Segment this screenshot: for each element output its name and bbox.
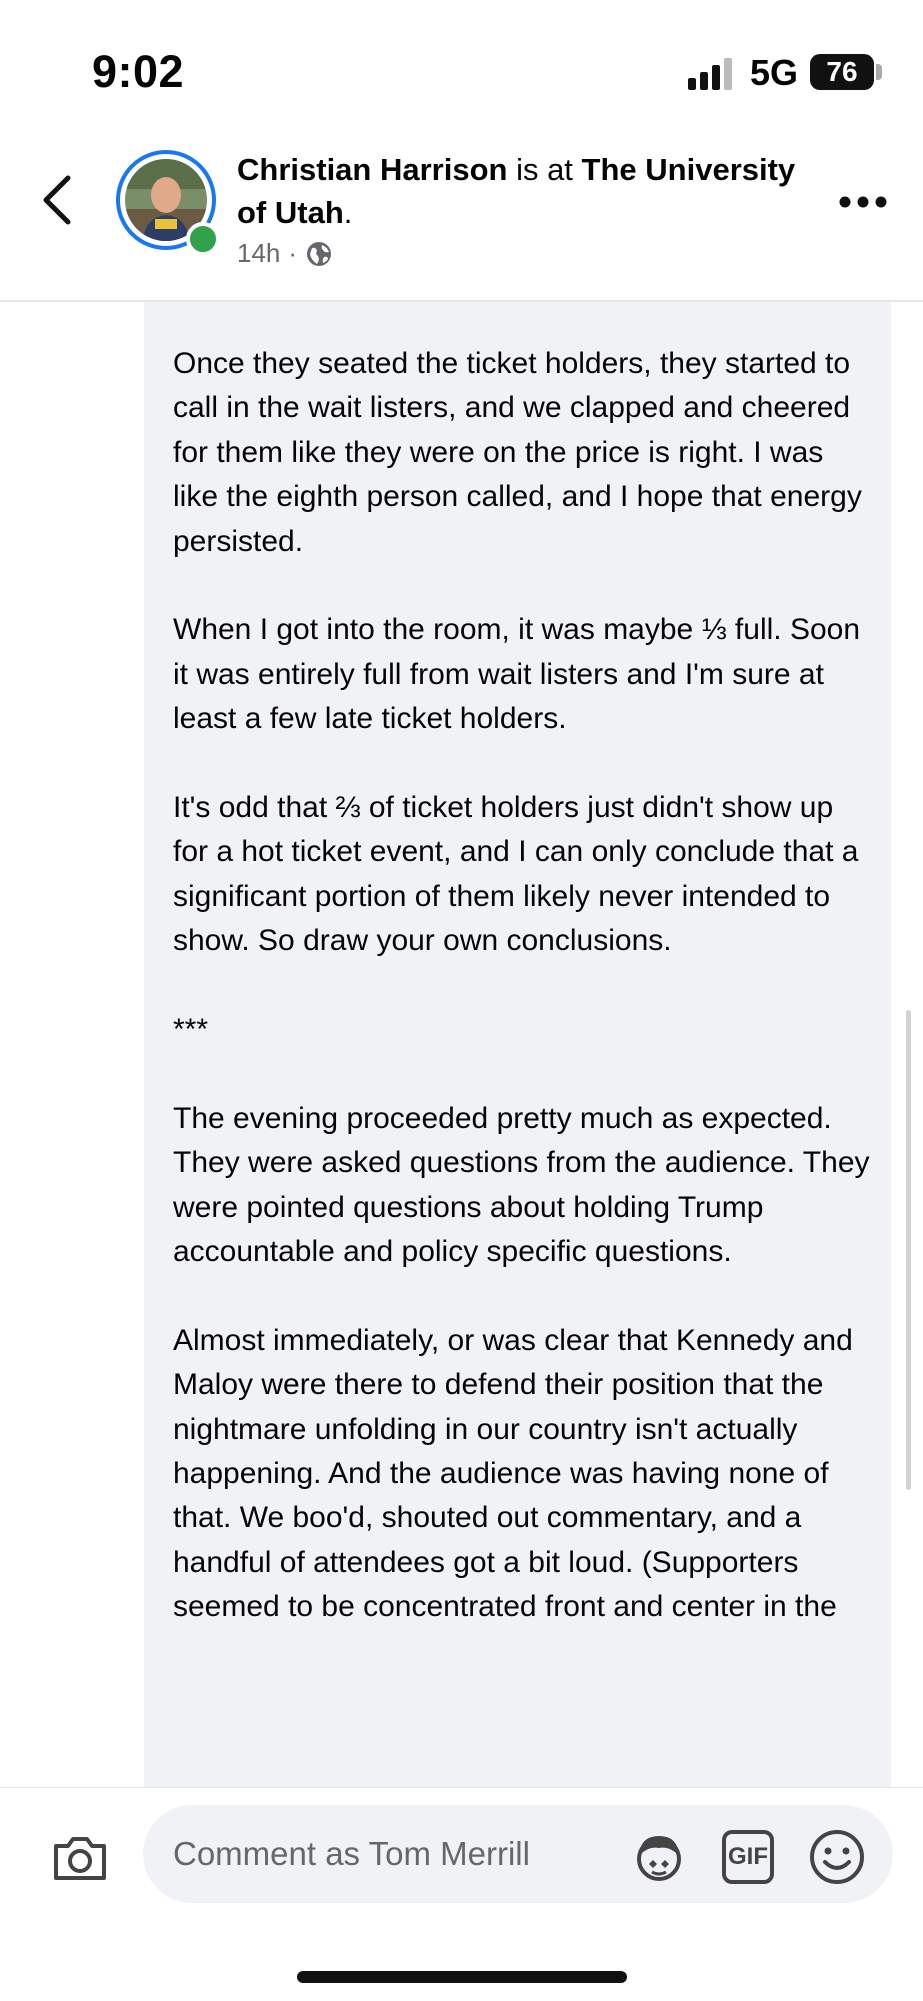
- camera-icon[interactable]: [50, 1828, 110, 1888]
- checkin-suffix: .: [343, 195, 353, 230]
- post-header: Christian Harrison is at The University …: [0, 130, 923, 302]
- gif-label: GIF: [728, 1843, 768, 1870]
- home-indicator[interactable]: [297, 1971, 627, 1983]
- checkin-connector: is at: [507, 152, 582, 187]
- signal-bars-icon: [688, 58, 732, 90]
- author-name[interactable]: Christian Harrison: [237, 152, 507, 187]
- post-meta: 14h ·: [237, 238, 333, 269]
- emoji-icon[interactable]: [808, 1828, 866, 1886]
- post-paragraph: ***: [173, 1013, 209, 1047]
- battery-nub: [876, 64, 882, 80]
- meta-separator: ·: [288, 238, 298, 268]
- status-bar: 9:02 5G 76: [0, 0, 923, 130]
- comment-bar: GIF: [0, 1787, 923, 2001]
- post-paragraph: The evening proceeded pretty much as exp…: [173, 1101, 870, 1269]
- avatar-sticker-icon[interactable]: [630, 1828, 688, 1886]
- battery-icon: 76: [810, 54, 874, 90]
- battery-level: 76: [826, 56, 858, 87]
- post-author-line: Christian Harrison is at The University …: [237, 148, 797, 234]
- post-paragraph: Almost immediately, or was clear that Ke…: [173, 1323, 853, 1624]
- network-type: 5G: [750, 52, 799, 93]
- post-body-panel: Once they seated the ticket holders, the…: [144, 302, 891, 1787]
- status-time: 9:02: [92, 46, 185, 97]
- post-timestamp[interactable]: 14h: [237, 238, 280, 269]
- comment-input[interactable]: [143, 1805, 893, 1903]
- post-text: Once they seated the ticket holders, the…: [173, 342, 873, 1674]
- back-arrow-icon[interactable]: [38, 170, 78, 230]
- post-paragraph: It's odd that ⅔ of ticket holders just d…: [173, 791, 859, 958]
- online-status-indicator: [186, 222, 220, 256]
- gif-button[interactable]: GIF: [722, 1830, 774, 1884]
- post-paragraph: Once they seated the ticket holders, the…: [173, 347, 862, 558]
- globe-icon: [307, 241, 332, 266]
- post-paragraph: When I got into the room, it was maybe ⅓…: [173, 613, 861, 736]
- scrollbar[interactable]: [906, 1010, 911, 1490]
- more-options-icon[interactable]: [838, 192, 888, 212]
